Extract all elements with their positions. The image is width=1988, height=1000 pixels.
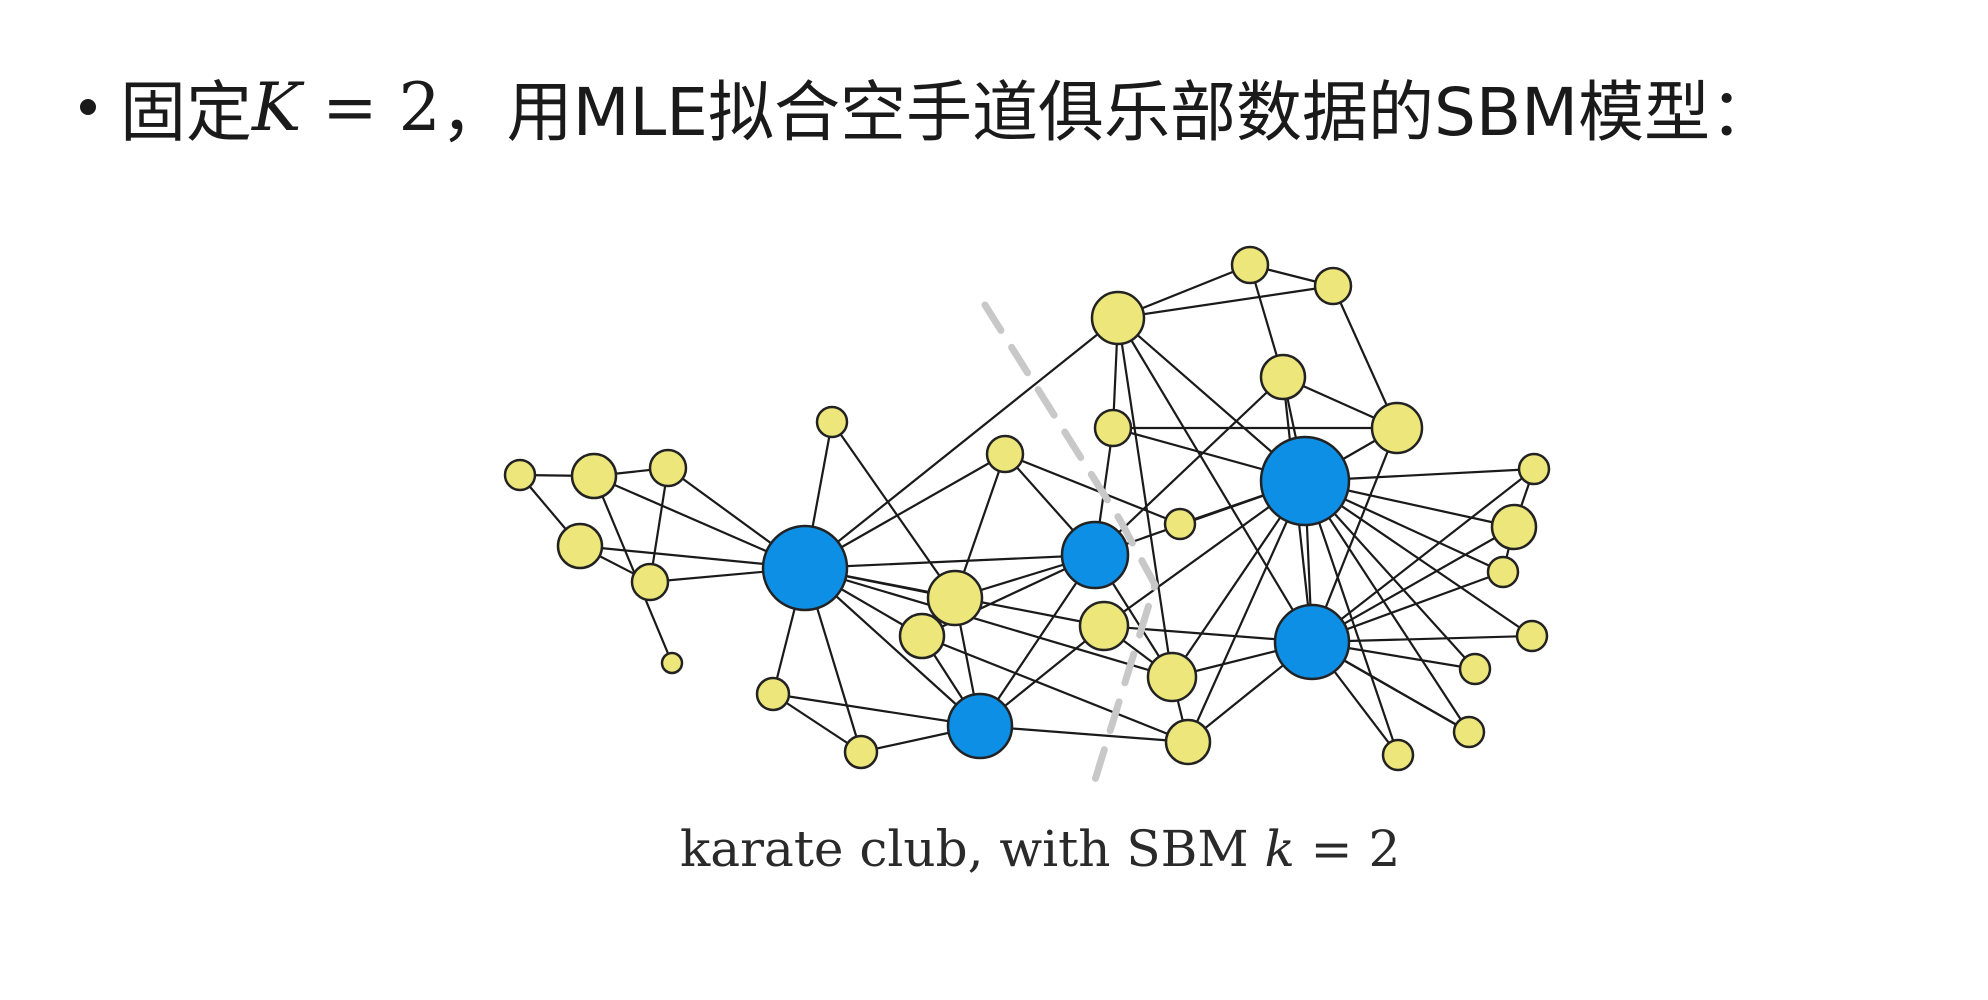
member-node — [1452, 715, 1486, 749]
member-node — [843, 734, 879, 770]
hub-node — [946, 692, 1014, 760]
member-node — [1230, 245, 1270, 285]
hub-node — [761, 524, 849, 612]
graph-edge — [1004, 452, 1181, 526]
member-node — [1093, 408, 1133, 448]
caption-equation: = 2 — [1294, 820, 1401, 878]
member-node — [1259, 353, 1307, 401]
member-node — [556, 522, 604, 570]
member-node — [1313, 266, 1353, 306]
hub-node — [1060, 520, 1130, 590]
member-node — [1163, 507, 1197, 541]
caption-variable: k — [1264, 820, 1295, 878]
member-node — [1090, 290, 1146, 346]
member-node — [815, 405, 849, 439]
member-node — [630, 562, 670, 602]
member-node — [1458, 652, 1492, 686]
member-node — [1146, 651, 1198, 703]
hub-node — [1259, 435, 1351, 527]
caption-text: karate club, with SBM — [680, 820, 1265, 878]
member-node — [1164, 718, 1212, 766]
member-node — [570, 452, 618, 500]
member-node — [926, 569, 984, 627]
member-node — [660, 651, 684, 675]
slide: 固定 K = 2 ，用MLE拟合空手道俱乐部数据的SBM模型： karate c… — [0, 0, 1988, 1000]
member-node — [1490, 503, 1538, 551]
graph-edge — [831, 421, 956, 599]
member-node — [1381, 738, 1415, 772]
member-node — [755, 676, 791, 712]
member-node — [1517, 452, 1551, 486]
edges-layer — [519, 263, 1536, 756]
figure-caption: karate club, with SBM k = 2 — [680, 820, 1400, 878]
member-node — [1078, 600, 1130, 652]
member-node — [898, 612, 946, 660]
member-node — [648, 448, 688, 488]
hub-node — [1273, 603, 1351, 681]
graph-edge — [804, 553, 1096, 570]
member-node — [503, 458, 537, 492]
graph-edge — [1117, 284, 1334, 320]
member-node — [985, 434, 1025, 474]
member-node — [1486, 555, 1520, 589]
member-node — [1370, 401, 1424, 455]
member-node — [1515, 619, 1549, 653]
